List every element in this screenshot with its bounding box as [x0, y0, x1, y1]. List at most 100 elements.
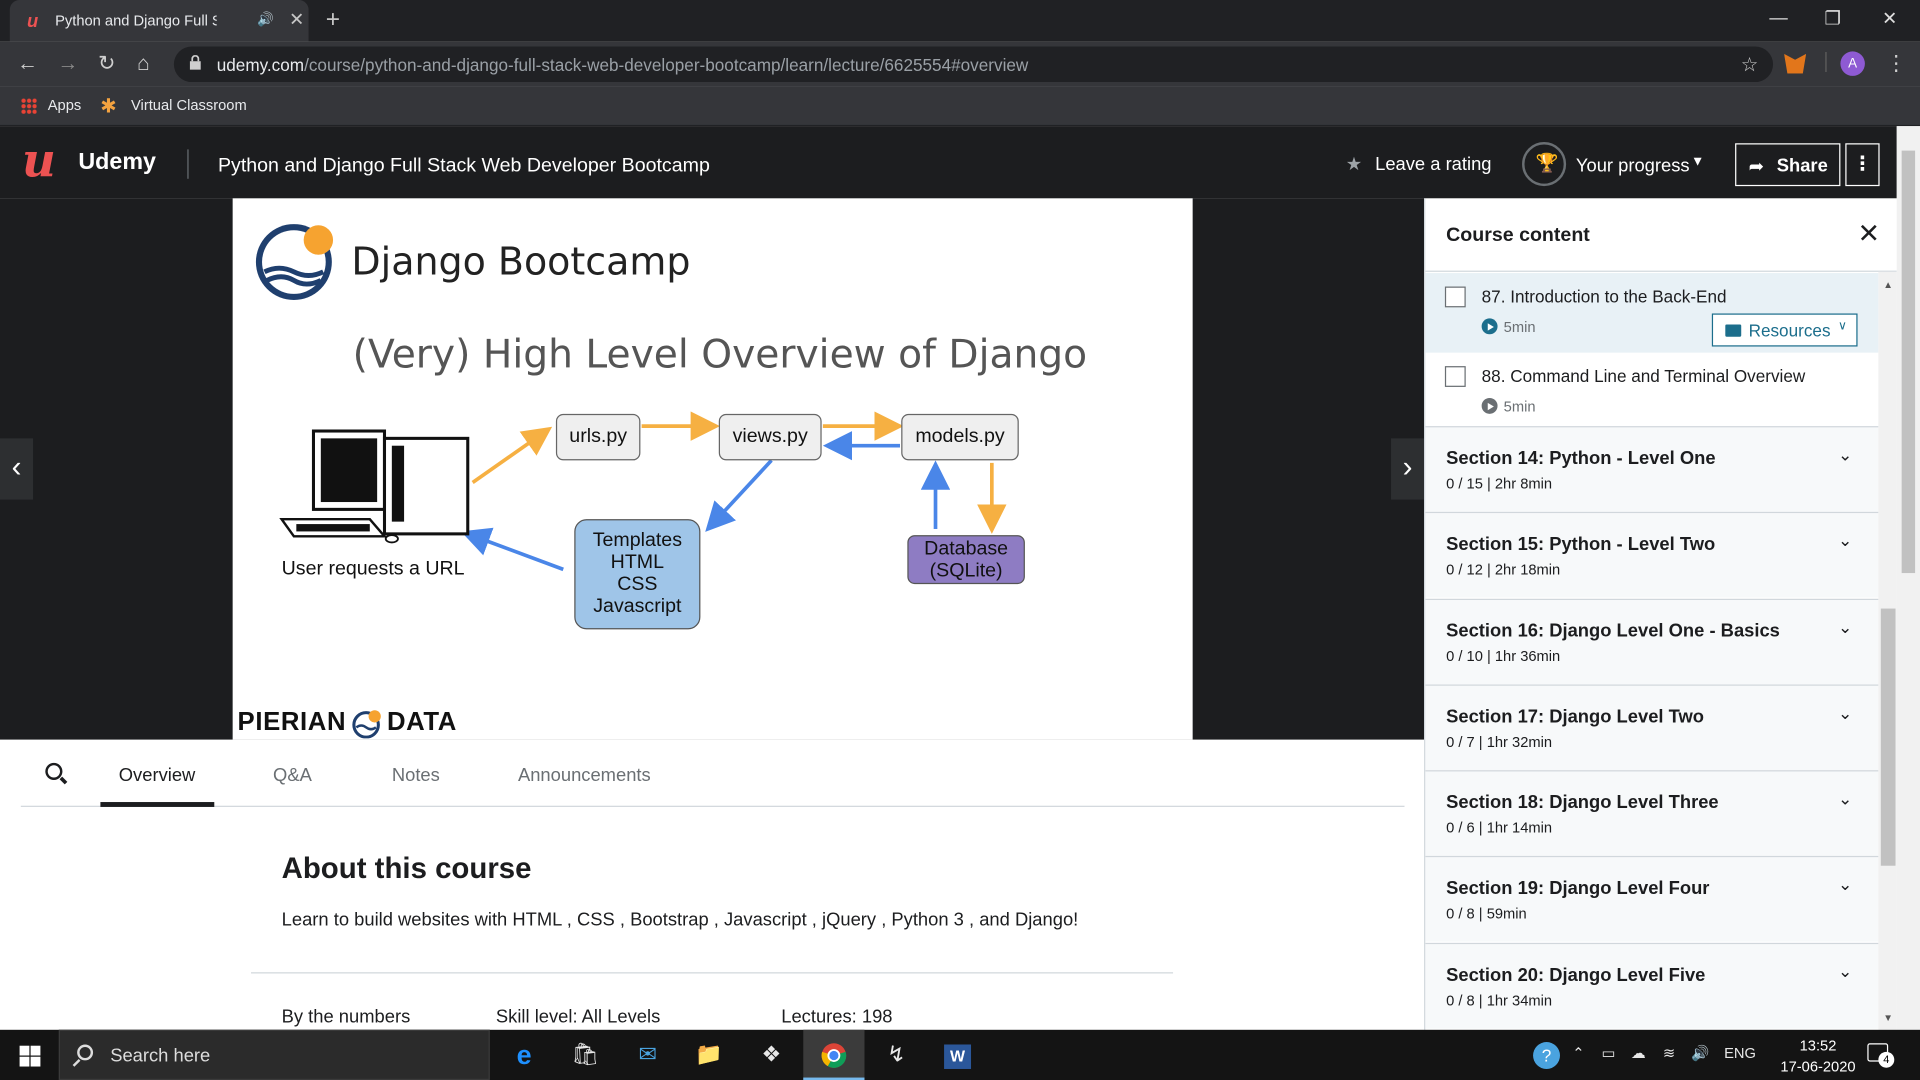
section-item[interactable]: Section 15: Python - Level Two 0 / 12 | 2…: [1425, 511, 1879, 598]
section-meta: 0 / 6 | 1hr 14min: [1446, 819, 1553, 837]
lecture-title: 88. Command Line and Terminal Overview: [1481, 366, 1806, 386]
search-icon: [77, 1044, 94, 1061]
section-item[interactable]: Section 16: Django Level One - Basics 0 /…: [1425, 598, 1879, 685]
restore-icon[interactable]: ❐: [1824, 7, 1840, 30]
about-description: Learn to build websites with HTML , CSS …: [281, 909, 1079, 931]
browser-tab[interactable]: u Python and Django Full Stack Web Devel…: [9, 0, 309, 42]
audio-playing-icon[interactable]: 🔊: [257, 11, 274, 27]
lightning-app-icon[interactable]: ↯: [866, 1030, 927, 1080]
search-icon[interactable]: [45, 762, 63, 781]
browser-menu-icon[interactable]: ⋮: [1886, 51, 1907, 75]
bookmark-apps[interactable]: Apps: [48, 97, 82, 114]
close-window-icon[interactable]: ✕: [1882, 7, 1897, 30]
reload-icon[interactable]: ↻: [98, 51, 115, 75]
templates-line: CSS: [617, 574, 658, 596]
sidebar-header: Course content ✕: [1425, 198, 1897, 272]
section-item[interactable]: Section 18: Django Level Three 0 / 6 | 1h…: [1425, 770, 1879, 856]
chevron-down-icon: ⌄: [1837, 788, 1853, 809]
lecture-checkbox[interactable]: [1444, 286, 1466, 308]
file-explorer-icon[interactable]: 📁: [678, 1030, 739, 1080]
apps-grid-icon[interactable]: [20, 97, 37, 114]
store-icon[interactable]: 🛍: [555, 1030, 616, 1080]
section-title: Section 14: Python - Level One: [1446, 448, 1716, 469]
next-lecture-button[interactable]: ›: [1391, 438, 1425, 500]
lecture-item[interactable]: 88. Command Line and Terminal Overview 5…: [1425, 353, 1878, 433]
chevron-down-icon: ⌄: [1837, 874, 1853, 894]
tab-announcements[interactable]: Announcements: [518, 765, 651, 786]
help-icon[interactable]: ?: [1533, 1042, 1561, 1069]
scroll-up-icon[interactable]: ▲: [1883, 279, 1893, 290]
section-item[interactable]: Section 20: Django Level Five 0 / 8 | 1hr…: [1425, 942, 1879, 1029]
page-scrollbar[interactable]: [1896, 126, 1920, 1030]
cloud-sync-icon[interactable]: ☁: [1631, 1044, 1646, 1061]
previous-lecture-button[interactable]: ‹: [0, 438, 34, 500]
show-hidden-icons-icon[interactable]: ⌃: [1572, 1044, 1584, 1061]
action-center-icon[interactable]: 4: [1867, 1043, 1895, 1068]
language-indicator[interactable]: ENG: [1724, 1044, 1756, 1061]
new-tab-icon[interactable]: +: [326, 6, 340, 34]
url-text: udemy.com/course/python-and-django-full-…: [216, 55, 1029, 75]
urls-node: urls.py: [555, 413, 641, 461]
edge-icon[interactable]: e: [493, 1030, 554, 1080]
scroll-down-icon[interactable]: ▼: [1883, 1013, 1893, 1024]
address-bar[interactable]: udemy.com/course/python-and-django-full-…: [173, 46, 1774, 83]
lecture-slide: Django Bootcamp (Very) High Level Overvi…: [232, 198, 1193, 740]
section-title: Section 20: Django Level Five: [1446, 964, 1706, 986]
search-placeholder: Search here: [110, 1045, 211, 1067]
chevron-down-icon: ⌄: [1837, 444, 1853, 465]
user-requests-caption: User requests a URL: [281, 558, 465, 580]
video-player[interactable]: ‹ › Django Bootcamp (Very) High Level Ov…: [0, 198, 1425, 740]
section-item[interactable]: Section 19: Django Level Four 0 / 8 | 59m…: [1425, 855, 1879, 942]
udemy-logo-icon[interactable]: u: [22, 135, 56, 185]
section-meta: 0 / 10 | 1hr 36min: [1446, 647, 1561, 665]
course-content-sidebar: Course content ✕ 87. Introduction to the…: [1424, 198, 1897, 1030]
wifi-icon[interactable]: ≋: [1663, 1044, 1675, 1061]
system-clock[interactable]: 13:52 17-06-2020: [1780, 1036, 1855, 1078]
word-icon[interactable]: W: [927, 1030, 988, 1080]
leave-rating-link[interactable]: Leave a rating: [1375, 154, 1491, 175]
windows-start-icon[interactable]: [19, 1045, 41, 1067]
forward-icon[interactable]: →: [58, 51, 79, 75]
udemy-logo-text[interactable]: Udemy: [78, 149, 156, 176]
mail-icon[interactable]: ✉: [617, 1030, 678, 1080]
bookmarks-bar: Apps ✱ Virtual Classroom: [0, 86, 1920, 127]
close-sidebar-icon[interactable]: ✕: [1858, 218, 1881, 250]
metamask-extension-icon[interactable]: [1784, 53, 1807, 74]
lecture-duration: 5min: [1503, 318, 1536, 336]
course-title[interactable]: Python and Django Full Stack Web Develop…: [218, 156, 710, 178]
battery-icon[interactable]: ▭: [1602, 1044, 1616, 1061]
tab-notes[interactable]: Notes: [392, 765, 440, 786]
templates-line: HTML: [610, 552, 665, 574]
volume-icon[interactable]: 🔊: [1691, 1044, 1709, 1061]
computer-icon: [279, 429, 470, 544]
views-node: views.py: [718, 413, 822, 461]
about-divider: [251, 972, 1174, 974]
minimize-icon[interactable]: —: [1769, 7, 1787, 28]
back-icon[interactable]: ←: [17, 51, 38, 75]
share-button[interactable]: ➦ Share: [1735, 143, 1841, 187]
progress-trophy-icon[interactable]: 🏆: [1522, 142, 1567, 187]
sidebar-scrollbar[interactable]: ▲ ▼: [1878, 271, 1897, 1030]
pierian-logo-icon: [352, 710, 381, 739]
lecture-checkbox[interactable]: [1444, 366, 1466, 387]
bookmark-star-icon[interactable]: ☆: [1741, 53, 1759, 77]
home-icon[interactable]: ⌂: [137, 51, 150, 75]
virtual-classroom-icon: ✱: [100, 96, 117, 118]
chrome-icon[interactable]: [803, 1029, 865, 1080]
section-item[interactable]: Section 14: Python - Level One 0 / 15 | 2…: [1425, 426, 1879, 512]
lecture-duration: 5min: [1503, 397, 1536, 416]
resources-button[interactable]: Resources ∨: [1711, 313, 1858, 347]
taskbar-search[interactable]: Search here: [58, 1029, 490, 1080]
sidebar-scroll-thumb[interactable]: [1880, 608, 1896, 866]
section-item[interactable]: Section 17: Django Level Two 0 / 7 | 1hr …: [1425, 684, 1879, 771]
bookmark-virtual-classroom[interactable]: Virtual Classroom: [131, 97, 247, 114]
dropbox-icon[interactable]: ❖: [741, 1030, 802, 1080]
tab-qa[interactable]: Q&A: [273, 765, 312, 786]
close-tab-icon[interactable]: ✕: [289, 9, 304, 31]
your-progress-button[interactable]: Your progress: [1576, 156, 1690, 177]
tab-overview[interactable]: Overview: [119, 765, 196, 786]
page-scroll-thumb[interactable]: [1901, 150, 1916, 574]
lecture-item[interactable]: 87. Introduction to the Back-End 5min Re…: [1425, 273, 1879, 353]
more-options-button[interactable]: ⋮: [1845, 143, 1880, 187]
profile-avatar[interactable]: A: [1840, 51, 1865, 76]
